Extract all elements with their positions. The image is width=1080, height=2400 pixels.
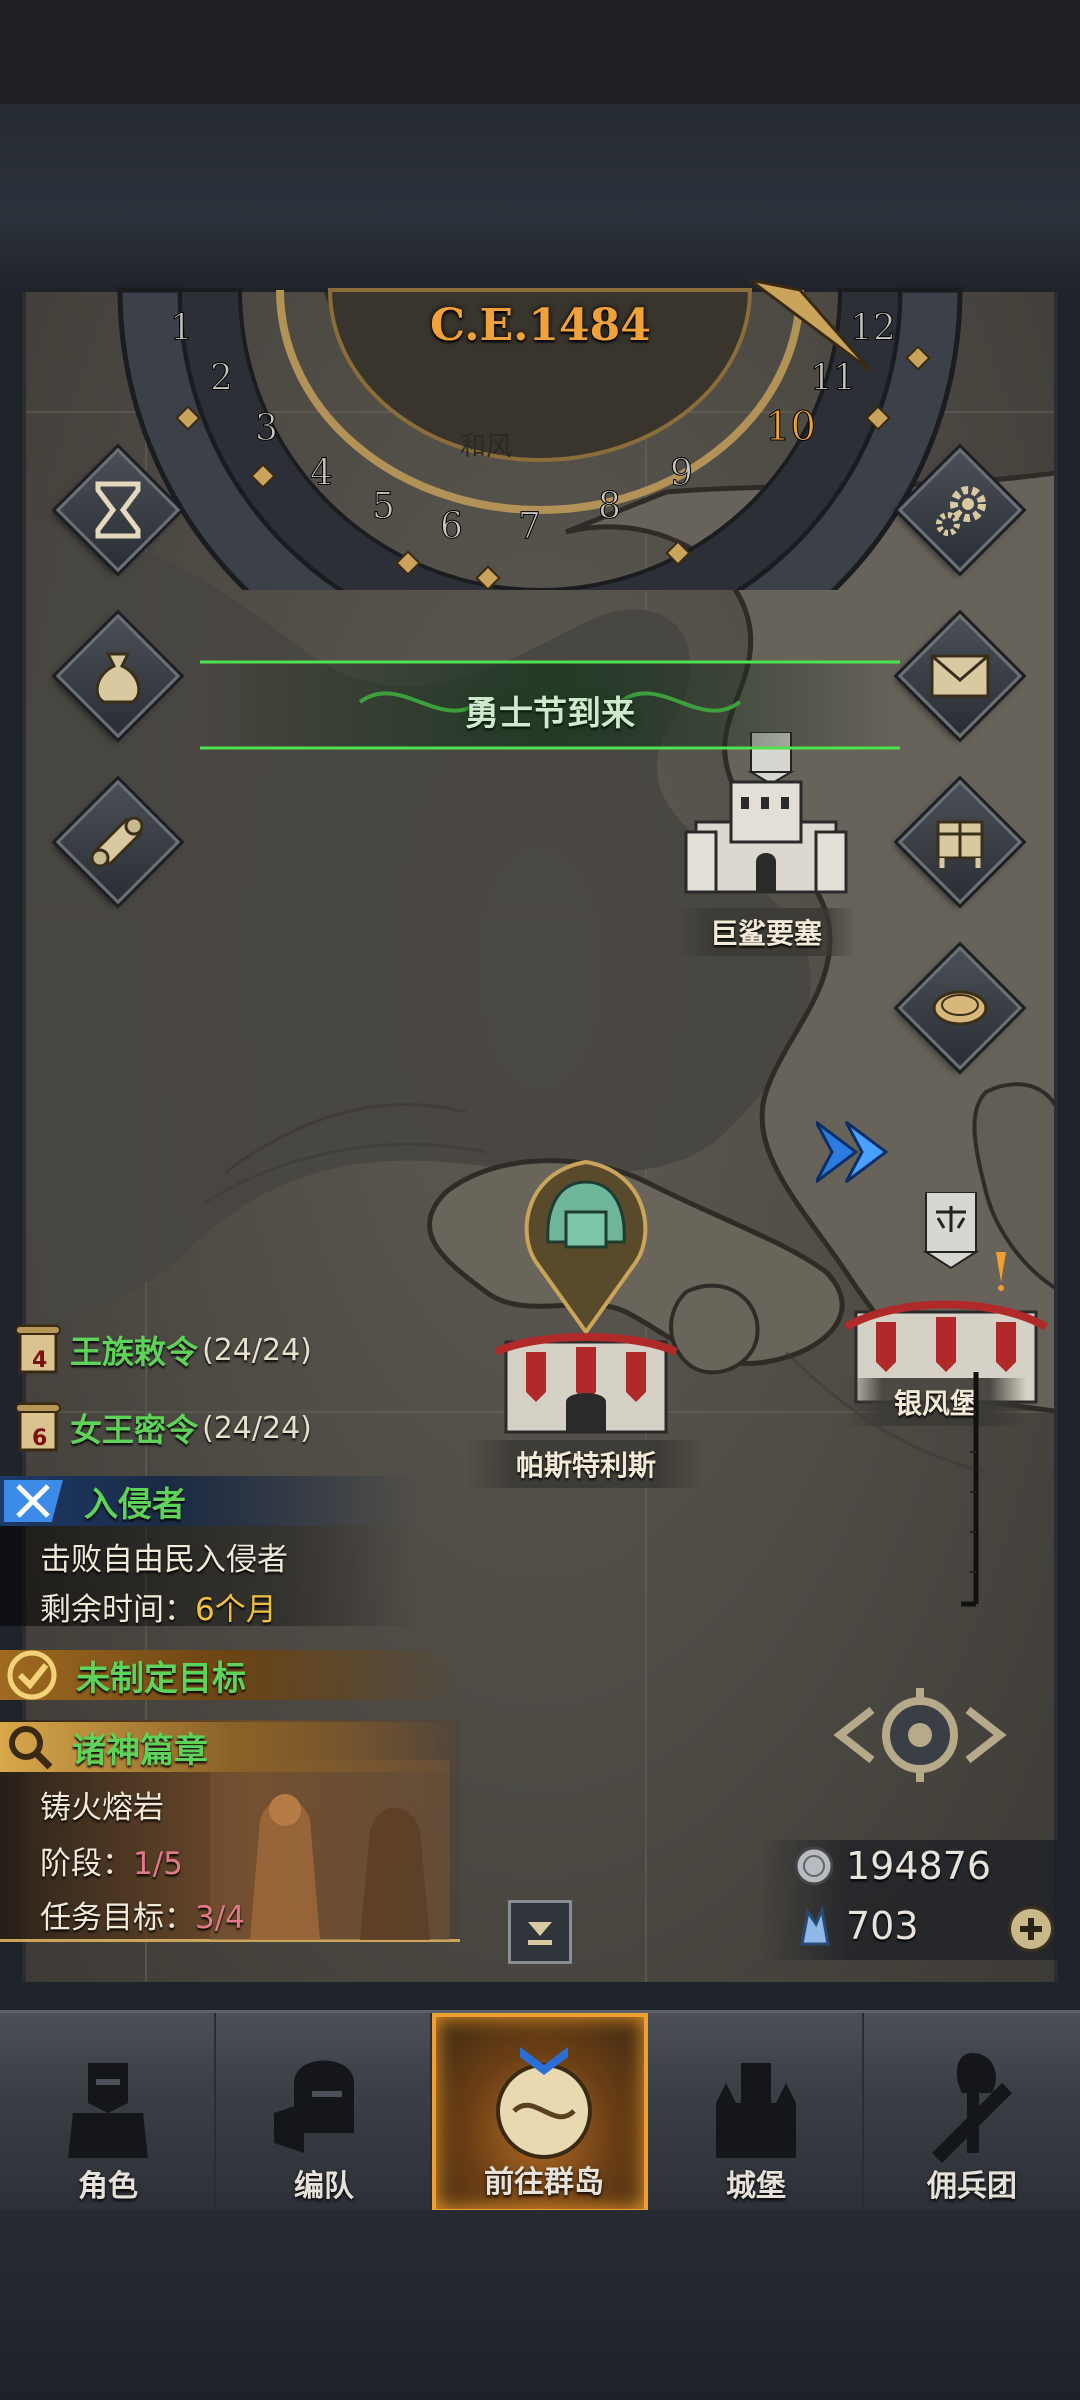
top-status-band bbox=[0, 0, 1080, 104]
location-label-fortress[interactable]: 巨鲨要塞 bbox=[676, 908, 856, 956]
fortress-castle-icon[interactable] bbox=[676, 732, 856, 912]
calendar-month-5[interactable]: 5 bbox=[372, 486, 396, 528]
silver-resource: 194876 bbox=[792, 1844, 991, 1888]
calendar-month-10-current[interactable]: 10 bbox=[765, 404, 817, 451]
royal-decree-row[interactable]: 4 王族敕令 (24/24) bbox=[10, 1320, 312, 1380]
silver-coin-icon bbox=[794, 1846, 834, 1886]
coin-icon bbox=[932, 990, 988, 1026]
invader-title: 入侵者 bbox=[84, 1484, 186, 1525]
goal-title: 未制定目标 bbox=[76, 1658, 246, 1699]
chapter-stage-label: 阶段： bbox=[40, 1846, 133, 1882]
invader-time-value: 6个月 bbox=[195, 1592, 277, 1628]
chapter-name: 铸火熔岩 bbox=[40, 1790, 164, 1826]
chapter-header[interactable]: 诸神篇章 bbox=[0, 1722, 460, 1772]
silver-amount: 194876 bbox=[846, 1844, 992, 1888]
royal-decree-count: (24/24) bbox=[202, 1332, 312, 1368]
chapter-stage-value: 1/5 bbox=[133, 1846, 183, 1882]
chapter-title: 诸神篇章 bbox=[72, 1730, 208, 1771]
treasure-bag-button[interactable] bbox=[55, 613, 181, 739]
nav-tab-character[interactable]: 角色 bbox=[0, 2013, 216, 2213]
calendar-month-2[interactable]: 2 bbox=[210, 358, 234, 400]
decree-scroll-icon: 4 bbox=[10, 1320, 70, 1380]
target-check-icon bbox=[7, 1650, 57, 1700]
compass-icon bbox=[496, 2047, 592, 2159]
queen-order-label: 女王密令 bbox=[70, 1411, 199, 1449]
chapter-task-value: 3/4 bbox=[195, 1900, 245, 1936]
collapse-arrow-icon bbox=[528, 1922, 552, 1945]
mail-button[interactable] bbox=[897, 613, 1023, 739]
hourglass-button[interactable] bbox=[55, 447, 181, 573]
march-direction-chevron-icon bbox=[816, 1120, 889, 1184]
queen-order-count: (24/24) bbox=[202, 1410, 312, 1446]
calendar-month-4[interactable]: 4 bbox=[310, 453, 334, 495]
nav-tab-mercenary[interactable]: 佣兵团 bbox=[864, 2013, 1080, 2213]
route-line bbox=[961, 1372, 979, 1607]
money-bag-icon bbox=[95, 652, 141, 704]
partial-location-label: 和风 bbox=[460, 432, 512, 462]
crystal-resource: 703 bbox=[792, 1904, 919, 1948]
decree-badge: 4 bbox=[32, 1348, 48, 1373]
chapter-task-label: 任务目标： bbox=[40, 1900, 195, 1936]
nav-tab-formation-label: 编队 bbox=[294, 2169, 354, 2204]
calendar-month-9[interactable]: 9 bbox=[670, 453, 694, 495]
knight-icon bbox=[68, 2063, 148, 2158]
coin-button[interactable] bbox=[897, 945, 1023, 1071]
calendar-month-12[interactable]: 12 bbox=[850, 308, 897, 350]
envelope-icon bbox=[930, 654, 990, 698]
invader-time-row: 剩余时间：6个月 bbox=[40, 1584, 277, 1629]
calendar-month-7[interactable]: 7 bbox=[518, 506, 542, 548]
invader-quest-header[interactable]: 入侵者 bbox=[0, 1476, 420, 1526]
magnifier-icon bbox=[9, 1726, 53, 1770]
event-banner-text[interactable]: 勇士节到来 bbox=[200, 686, 900, 735]
gear-icon bbox=[936, 486, 986, 536]
scroll-icon bbox=[90, 816, 144, 868]
nav-tab-castle[interactable]: 城堡 bbox=[648, 2013, 864, 2213]
castle-icon bbox=[716, 2063, 796, 2158]
crossed-swords-icon bbox=[4, 1480, 63, 1522]
nav-tab-character-label: 角色 bbox=[78, 2169, 138, 2204]
queen-scroll-icon: 6 bbox=[10, 1398, 70, 1458]
location-label-capital[interactable]: 帕斯特利斯 bbox=[466, 1440, 706, 1488]
scroll-button[interactable] bbox=[55, 779, 181, 905]
nav-tab-formation[interactable]: 编队 bbox=[216, 2013, 432, 2213]
chapter-stage-row: 阶段：1/5 bbox=[40, 1838, 183, 1883]
calendar-wheel[interactable]: 1 2 3 4 5 6 7 8 9 10 11 12 和风 bbox=[110, 150, 970, 590]
invader-desc: 击败自由民入侵者 bbox=[40, 1542, 288, 1578]
notice-board-icon bbox=[936, 820, 984, 868]
chapter-art bbox=[210, 1760, 450, 1940]
calendar-month-8[interactable]: 8 bbox=[598, 486, 622, 528]
crystal-icon bbox=[800, 1904, 830, 1946]
board-button[interactable] bbox=[897, 779, 1023, 905]
collapse-panel-button[interactable] bbox=[508, 1900, 572, 1964]
location-label-silverwind[interactable]: 银风堡 bbox=[846, 1378, 1026, 1426]
bottom-band bbox=[0, 2210, 1080, 2400]
plus-icon bbox=[1020, 1918, 1042, 1940]
calendar-month-1[interactable]: 1 bbox=[170, 308, 194, 350]
hourglass-icon bbox=[95, 481, 141, 539]
settings-button[interactable] bbox=[897, 447, 1023, 573]
nav-tab-mercenary-label: 佣兵团 bbox=[927, 2169, 1017, 2204]
invader-time-label: 剩余时间： bbox=[40, 1592, 195, 1628]
queen-order-row[interactable]: 6 女王密令 (24/24) bbox=[10, 1398, 312, 1458]
bottom-navigation: 角色 编队 前往群岛 城堡 佣兵团 bbox=[0, 2010, 1080, 2213]
calendar-year: C.E.1484 bbox=[430, 300, 651, 351]
calendar-month-3[interactable]: 3 bbox=[255, 408, 279, 450]
nav-tab-castle-label: 城堡 bbox=[726, 2169, 786, 2204]
calendar-month-6[interactable]: 6 bbox=[440, 506, 464, 548]
nav-tab-archipelago-label: 前往群岛 bbox=[484, 2165, 604, 2200]
recenter-button[interactable] bbox=[832, 1680, 1008, 1790]
chapter-task-row: 任务目标：3/4 bbox=[40, 1892, 245, 1937]
queen-badge: 6 bbox=[32, 1426, 48, 1451]
helmet-icon bbox=[274, 2060, 354, 2153]
nav-tab-archipelago[interactable]: 前往群岛 bbox=[432, 2013, 648, 2213]
royal-decree-label: 王族敕令 bbox=[70, 1333, 199, 1371]
goal-header[interactable]: 未制定目标 bbox=[0, 1650, 460, 1700]
capital-castle-icon[interactable] bbox=[476, 1152, 696, 1452]
calendar-month-11[interactable]: 11 bbox=[810, 358, 857, 400]
crystal-amount: 703 bbox=[846, 1904, 919, 1948]
add-crystal-button[interactable] bbox=[1008, 1906, 1054, 1952]
mercenary-icon bbox=[932, 2053, 1012, 2163]
